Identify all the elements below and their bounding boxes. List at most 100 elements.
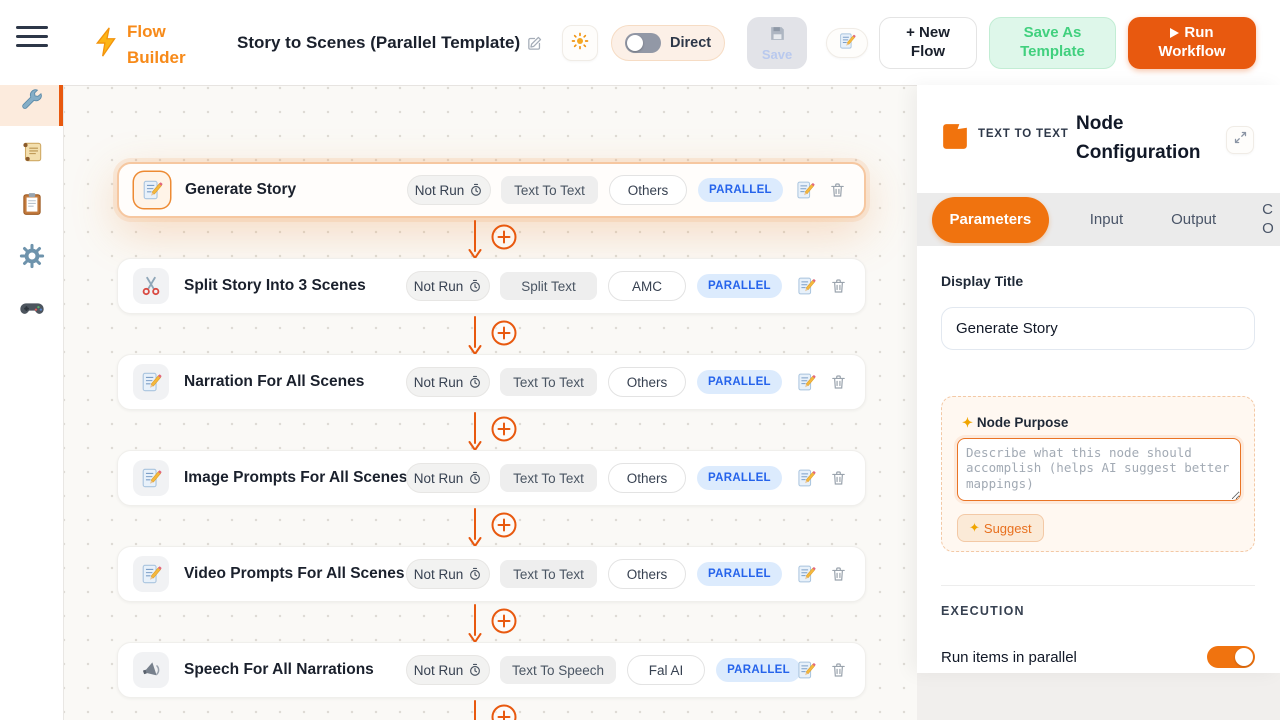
- edit-node-icon[interactable]: [796, 372, 816, 392]
- sidebar-item-gear[interactable]: [0, 234, 63, 282]
- node-type-label: TEXT TO TEXT: [978, 128, 1069, 140]
- run-parallel-toggle[interactable]: [1207, 646, 1255, 668]
- scroll-icon: [19, 139, 45, 170]
- tab-output[interactable]: Output: [1171, 211, 1216, 228]
- node-title: Speech For All Narrations: [184, 661, 374, 679]
- node-type-badge: Text To Text: [501, 176, 598, 204]
- expand-panel-button[interactable]: [1226, 126, 1254, 154]
- direct-mode-toggle[interactable]: Direct: [611, 25, 725, 61]
- node-purpose-section: ✦Node Purpose ✦Suggest: [941, 396, 1255, 552]
- provider-badge: Fal AI: [627, 655, 705, 685]
- gamepad-icon: [18, 294, 46, 327]
- memo-icon: [134, 172, 170, 208]
- stopwatch-icon: [468, 279, 482, 293]
- delete-node-icon[interactable]: [830, 373, 847, 391]
- memo-icon: [133, 364, 169, 400]
- provider-badge: Others: [609, 175, 687, 205]
- save-as-template-label: Save As Template: [1012, 24, 1094, 62]
- stopwatch-icon: [468, 375, 482, 389]
- delete-node-icon[interactable]: [830, 661, 847, 679]
- app-logo[interactable]: Flow Builder: [127, 19, 203, 72]
- node-connector: [468, 412, 538, 452]
- add-node-button[interactable]: [491, 512, 517, 538]
- stopwatch-icon: [468, 567, 482, 581]
- stopwatch-icon: [469, 183, 483, 197]
- suggest-button[interactable]: ✦Suggest: [957, 514, 1044, 542]
- flow-node[interactable]: Generate Story Not Run Text To Text Othe…: [117, 162, 866, 218]
- sun-icon: [570, 31, 590, 56]
- save-label: Save: [762, 47, 792, 62]
- save-as-template-button[interactable]: Save As Template: [989, 17, 1116, 69]
- delete-node-icon[interactable]: [830, 565, 847, 583]
- sidebar-item-gamepad[interactable]: [0, 286, 63, 334]
- tab-input[interactable]: Input: [1090, 211, 1123, 228]
- edit-title-icon[interactable]: [526, 35, 543, 57]
- node-type-badge: Text To Speech: [500, 656, 616, 684]
- scissors-icon: [133, 268, 169, 304]
- add-node-button[interactable]: [491, 608, 517, 634]
- flow-node[interactable]: Narration For All Scenes Not Run Text To…: [117, 354, 866, 410]
- down-arrow-icon: [468, 316, 482, 356]
- play-icon: [1170, 28, 1179, 38]
- node-connector: [468, 508, 538, 548]
- panel-title: Node Configuration: [1076, 110, 1231, 167]
- node-title: Narration For All Scenes: [184, 373, 364, 391]
- tab-parameters[interactable]: Parameters: [932, 197, 1049, 243]
- add-node-button[interactable]: [491, 224, 517, 250]
- edit-node-icon[interactable]: [796, 468, 816, 488]
- gear-icon: [19, 243, 45, 274]
- run-workflow-label: Run Workflow: [1158, 24, 1225, 60]
- edit-node-icon[interactable]: [796, 660, 816, 680]
- edit-node-icon[interactable]: [796, 276, 816, 296]
- sidebar-item-scroll[interactable]: [0, 130, 63, 178]
- delete-node-icon[interactable]: [830, 469, 847, 487]
- add-node-button[interactable]: [491, 416, 517, 442]
- edit-node-icon[interactable]: [795, 180, 815, 200]
- status-badge: Not Run: [406, 655, 490, 685]
- flow-node[interactable]: Image Prompts For All Scenes Not Run Tex…: [117, 450, 866, 506]
- node-purpose-textarea[interactable]: [957, 438, 1241, 501]
- flow-canvas[interactable]: Generate Story Not Run Text To Text Othe…: [64, 85, 917, 720]
- display-title-label: Display Title: [941, 273, 1023, 289]
- parallel-badge: PARALLEL: [698, 178, 783, 202]
- delete-node-icon[interactable]: [830, 277, 847, 295]
- memo-icon: [133, 460, 169, 496]
- down-arrow-icon: [468, 604, 482, 644]
- status-badge: Not Run: [406, 271, 490, 301]
- execution-section-label: EXECUTION: [941, 604, 1025, 618]
- flow-node[interactable]: Split Story Into 3 Scenes Not Run Split …: [117, 258, 866, 314]
- provider-badge: Others: [608, 463, 686, 493]
- add-node-button[interactable]: [491, 704, 517, 720]
- theme-toggle-button[interactable]: [562, 25, 598, 61]
- run-workflow-button[interactable]: Run Workflow: [1128, 17, 1256, 69]
- direct-label: Direct: [670, 35, 711, 51]
- add-node-button[interactable]: [491, 320, 517, 346]
- lightning-bolt-icon: [94, 26, 120, 63]
- memo-icon: [133, 556, 169, 592]
- flow-node[interactable]: Speech For All Narrations Not Run Text T…: [117, 642, 866, 698]
- tab-truncated[interactable]: CO: [1262, 201, 1280, 239]
- new-flow-button[interactable]: + New Flow: [879, 17, 977, 69]
- node-connector: [468, 700, 538, 720]
- down-arrow-icon: [468, 220, 482, 260]
- save-button[interactable]: Save: [747, 17, 807, 69]
- display-title-input[interactable]: [941, 307, 1255, 350]
- sidebar-item-clipboard[interactable]: [0, 182, 63, 230]
- flow-node[interactable]: Video Prompts For All Scenes Not Run Tex…: [117, 546, 866, 602]
- direct-switch[interactable]: [625, 33, 661, 53]
- sidebar-item-wrench[interactable]: [0, 78, 63, 126]
- provider-badge: Others: [608, 559, 686, 589]
- node-title: Video Prompts For All Scenes: [184, 565, 405, 583]
- down-arrow-icon: [468, 700, 482, 720]
- node-type-badge: Text To Text: [500, 560, 597, 588]
- node-connector: [468, 220, 538, 260]
- delete-node-icon[interactable]: [829, 181, 846, 199]
- notes-button[interactable]: [826, 28, 868, 58]
- edit-node-icon[interactable]: [796, 564, 816, 584]
- provider-badge: Others: [608, 367, 686, 397]
- left-sidebar: [0, 73, 64, 720]
- expand-icon: [1233, 130, 1248, 150]
- hamburger-menu-icon[interactable]: [16, 26, 48, 52]
- node-connector: [468, 316, 538, 356]
- floppy-disk-icon: [768, 24, 787, 46]
